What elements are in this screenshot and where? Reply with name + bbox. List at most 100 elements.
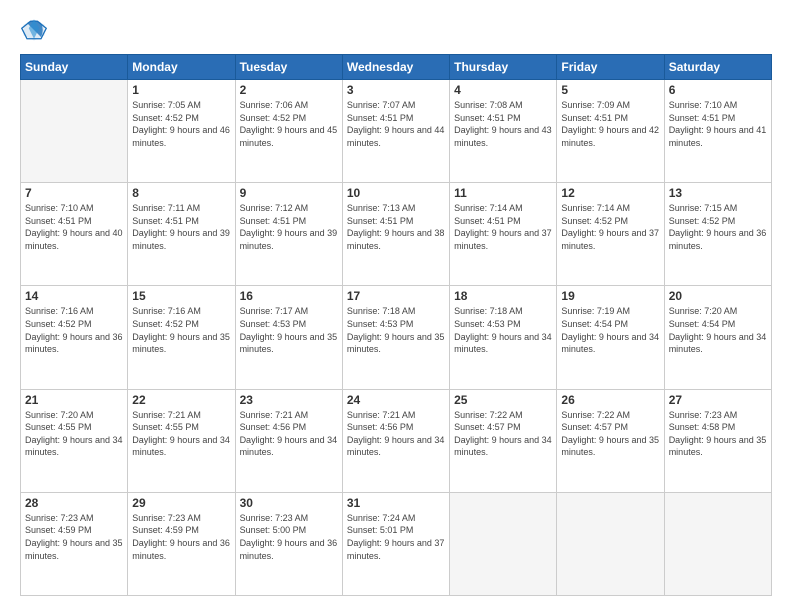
day-info: Sunrise: 7:24 AMSunset: 5:01 PMDaylight:…: [347, 512, 445, 562]
calendar-day-cell: 12 Sunrise: 7:14 AMSunset: 4:52 PMDayligh…: [557, 183, 664, 286]
day-info: Sunrise: 7:21 AMSunset: 4:56 PMDaylight:…: [347, 409, 445, 459]
day-info: Sunrise: 7:23 AMSunset: 4:59 PMDaylight:…: [132, 512, 230, 562]
calendar-day-cell: 17Sunrise: 7:18 AMSunset: 4:53 PMDayligh…: [342, 286, 449, 389]
day-info: Sunrise: 7:18 AMSunset: 4:53 PMDaylight:…: [347, 305, 445, 355]
day-number: 7: [25, 186, 123, 200]
calendar-day-cell: 2Sunrise: 7:06 AMSunset: 4:52 PMDaylight…: [235, 80, 342, 183]
calendar-header-cell: Monday: [128, 55, 235, 80]
calendar-day-cell: [664, 492, 771, 595]
calendar-day-cell: 3 Sunrise: 7:07 AMSunset: 4:51 PMDaylight…: [342, 80, 449, 183]
calendar-header-cell: Thursday: [450, 55, 557, 80]
calendar-day-cell: 6 Sunrise: 7:10 AMSunset: 4:51 PMDaylight…: [664, 80, 771, 183]
day-info: Sunrise: 7:18 AMSunset: 4:53 PMDaylight:…: [454, 305, 552, 355]
logo: [20, 16, 52, 44]
calendar-day-cell: 30 Sunrise: 7:23 AMSunset: 5:00 PMDayligh…: [235, 492, 342, 595]
calendar-header-cell: Wednesday: [342, 55, 449, 80]
calendar-header-cell: Tuesday: [235, 55, 342, 80]
calendar-week-row: 7 Sunrise: 7:10 AMSunset: 4:51 PMDaylight…: [21, 183, 772, 286]
day-number: 23: [240, 393, 338, 407]
day-info: Sunrise: 7:15 AMSunset: 4:52 PMDaylight:…: [669, 202, 767, 252]
calendar-day-cell: 15Sunrise: 7:16 AMSunset: 4:52 PMDayligh…: [128, 286, 235, 389]
day-info: Sunrise: 7:10 AMSunset: 4:51 PMDaylight:…: [25, 202, 123, 252]
day-number: 18: [454, 289, 552, 303]
calendar-day-cell: [557, 492, 664, 595]
day-number: 28: [25, 496, 123, 510]
day-number: 19: [561, 289, 659, 303]
day-number: 22: [132, 393, 230, 407]
calendar-day-cell: 9Sunrise: 7:12 AMSunset: 4:51 PMDaylight…: [235, 183, 342, 286]
day-info: Sunrise: 7:14 AMSunset: 4:51 PMDaylight:…: [454, 202, 552, 252]
day-number: 10: [347, 186, 445, 200]
day-info: Sunrise: 7:12 AMSunset: 4:51 PMDaylight:…: [240, 202, 338, 252]
day-info: Sunrise: 7:19 AMSunset: 4:54 PMDaylight:…: [561, 305, 659, 355]
calendar-day-cell: 10Sunrise: 7:13 AMSunset: 4:51 PMDayligh…: [342, 183, 449, 286]
calendar-day-cell: 23 Sunrise: 7:21 AMSunset: 4:56 PMDayligh…: [235, 389, 342, 492]
day-info: Sunrise: 7:22 AMSunset: 4:57 PMDaylight:…: [561, 409, 659, 459]
day-number: 27: [669, 393, 767, 407]
calendar-day-cell: 8 Sunrise: 7:11 AMSunset: 4:51 PMDaylight…: [128, 183, 235, 286]
day-number: 29: [132, 496, 230, 510]
day-number: 1: [132, 83, 230, 97]
day-number: 26: [561, 393, 659, 407]
day-info: Sunrise: 7:21 AMSunset: 4:56 PMDaylight:…: [240, 409, 338, 459]
calendar-day-cell: 25Sunrise: 7:22 AMSunset: 4:57 PMDayligh…: [450, 389, 557, 492]
calendar-day-cell: 14 Sunrise: 7:16 AMSunset: 4:52 PMDayligh…: [21, 286, 128, 389]
calendar-header-cell: Sunday: [21, 55, 128, 80]
day-info: Sunrise: 7:23 AMSunset: 5:00 PMDaylight:…: [240, 512, 338, 562]
calendar-day-cell: 27 Sunrise: 7:23 AMSunset: 4:58 PMDayligh…: [664, 389, 771, 492]
page: SundayMondayTuesdayWednesdayThursdayFrid…: [0, 0, 792, 612]
day-number: 20: [669, 289, 767, 303]
calendar-day-cell: 29 Sunrise: 7:23 AMSunset: 4:59 PMDayligh…: [128, 492, 235, 595]
calendar-table: SundayMondayTuesdayWednesdayThursdayFrid…: [20, 54, 772, 596]
calendar-day-cell: 13 Sunrise: 7:15 AMSunset: 4:52 PMDayligh…: [664, 183, 771, 286]
day-number: 11: [454, 186, 552, 200]
calendar-header-cell: Friday: [557, 55, 664, 80]
day-number: 31: [347, 496, 445, 510]
calendar-day-cell: 31 Sunrise: 7:24 AMSunset: 5:01 PMDayligh…: [342, 492, 449, 595]
header: [20, 16, 772, 44]
day-number: 5: [561, 83, 659, 97]
calendar-header-cell: Saturday: [664, 55, 771, 80]
day-info: Sunrise: 7:23 AMSunset: 4:58 PMDaylight:…: [669, 409, 767, 459]
day-info: Sunrise: 7:20 AMSunset: 4:55 PMDaylight:…: [25, 409, 123, 459]
calendar-day-cell: 7 Sunrise: 7:10 AMSunset: 4:51 PMDaylight…: [21, 183, 128, 286]
calendar-week-row: 14 Sunrise: 7:16 AMSunset: 4:52 PMDayligh…: [21, 286, 772, 389]
calendar-day-cell: [450, 492, 557, 595]
day-number: 13: [669, 186, 767, 200]
day-number: 21: [25, 393, 123, 407]
calendar-day-cell: 11 Sunrise: 7:14 AMSunset: 4:51 PMDayligh…: [450, 183, 557, 286]
calendar-day-cell: 5 Sunrise: 7:09 AMSunset: 4:51 PMDaylight…: [557, 80, 664, 183]
calendar-day-cell: 24 Sunrise: 7:21 AMSunset: 4:56 PMDayligh…: [342, 389, 449, 492]
day-info: Sunrise: 7:11 AMSunset: 4:51 PMDaylight:…: [132, 202, 230, 252]
calendar-week-row: 28 Sunrise: 7:23 AMSunset: 4:59 PMDayligh…: [21, 492, 772, 595]
day-number: 12: [561, 186, 659, 200]
day-number: 4: [454, 83, 552, 97]
calendar-day-cell: [21, 80, 128, 183]
calendar-day-cell: 26 Sunrise: 7:22 AMSunset: 4:57 PMDayligh…: [557, 389, 664, 492]
day-number: 3: [347, 83, 445, 97]
day-number: 6: [669, 83, 767, 97]
day-info: Sunrise: 7:08 AMSunset: 4:51 PMDaylight:…: [454, 99, 552, 149]
day-info: Sunrise: 7:06 AMSunset: 4:52 PMDaylight:…: [240, 99, 338, 149]
day-info: Sunrise: 7:23 AMSunset: 4:59 PMDaylight:…: [25, 512, 123, 562]
day-info: Sunrise: 7:05 AMSunset: 4:52 PMDaylight:…: [132, 99, 230, 149]
day-number: 16: [240, 289, 338, 303]
calendar-day-cell: 16 Sunrise: 7:17 AMSunset: 4:53 PMDayligh…: [235, 286, 342, 389]
day-number: 25: [454, 393, 552, 407]
day-info: Sunrise: 7:07 AMSunset: 4:51 PMDaylight:…: [347, 99, 445, 149]
day-info: Sunrise: 7:10 AMSunset: 4:51 PMDaylight:…: [669, 99, 767, 149]
calendar-day-cell: 4 Sunrise: 7:08 AMSunset: 4:51 PMDaylight…: [450, 80, 557, 183]
day-info: Sunrise: 7:17 AMSunset: 4:53 PMDaylight:…: [240, 305, 338, 355]
calendar-week-row: 21 Sunrise: 7:20 AMSunset: 4:55 PMDayligh…: [21, 389, 772, 492]
calendar-day-cell: 19 Sunrise: 7:19 AMSunset: 4:54 PMDayligh…: [557, 286, 664, 389]
calendar-day-cell: 21 Sunrise: 7:20 AMSunset: 4:55 PMDayligh…: [21, 389, 128, 492]
day-info: Sunrise: 7:16 AMSunset: 4:52 PMDaylight:…: [25, 305, 123, 355]
day-info: Sunrise: 7:09 AMSunset: 4:51 PMDaylight:…: [561, 99, 659, 149]
day-number: 24: [347, 393, 445, 407]
day-number: 8: [132, 186, 230, 200]
day-number: 15: [132, 289, 230, 303]
calendar-header-row: SundayMondayTuesdayWednesdayThursdayFrid…: [21, 55, 772, 80]
day-number: 30: [240, 496, 338, 510]
day-info: Sunrise: 7:14 AMSunset: 4:52 PMDaylight:…: [561, 202, 659, 252]
day-number: 14: [25, 289, 123, 303]
